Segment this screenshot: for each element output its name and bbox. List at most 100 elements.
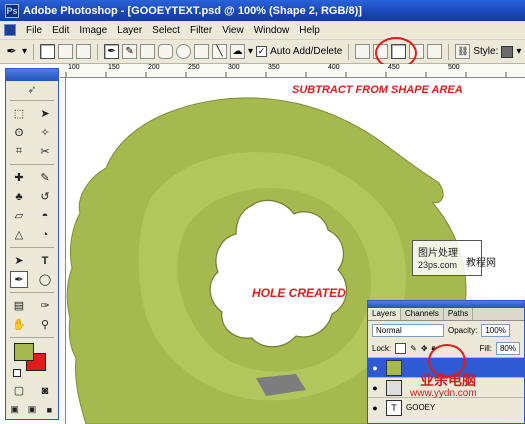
- visibility-eye-icon[interactable]: ●: [368, 363, 382, 373]
- ellipse-tool-icon[interactable]: ◯: [36, 271, 54, 288]
- link-layer-button[interactable]: ⛓: [455, 44, 471, 59]
- tab-channels[interactable]: Channels: [401, 308, 444, 320]
- custom-shape-button[interactable]: ☁: [230, 44, 246, 59]
- watermark-site: www.yydn.com: [410, 388, 477, 399]
- divider: [10, 247, 54, 248]
- ellipse-shape-button[interactable]: [176, 44, 192, 59]
- hand-tool-icon[interactable]: ✋: [10, 316, 28, 333]
- toolbox-panel: ➶ ⬚ ➤ ʘ ✧ ⌗ ✂ ✚ ✎ ♣ ↺ ▱ ◓ △ ◔ ➤ T ✒ ◯ ▤ …: [5, 68, 59, 424]
- lock-brush-icon[interactable]: ✎: [410, 344, 417, 353]
- divider: [10, 292, 54, 293]
- menu-select[interactable]: Select: [147, 25, 185, 36]
- preset-dropdown-arrow-icon[interactable]: ▾: [22, 46, 27, 57]
- lock-transparency-checkbox[interactable]: [395, 342, 407, 354]
- ruler-tick-label: 150: [108, 64, 120, 71]
- menu-file[interactable]: File: [21, 25, 47, 36]
- screen-mode-standard-icon[interactable]: ▣: [6, 401, 23, 418]
- tool-row: ✋ ⚲: [6, 315, 58, 334]
- document-icon[interactable]: [4, 24, 16, 36]
- ruler-tick-label: 300: [228, 64, 240, 71]
- shape-layers-button[interactable]: [40, 44, 56, 59]
- opacity-field[interactable]: 100%: [481, 323, 510, 337]
- auto-add-delete-checkbox[interactable]: ✓: [256, 46, 268, 57]
- blend-mode-select[interactable]: Normal: [372, 323, 444, 337]
- clone-stamp-tool-icon[interactable]: ♣: [10, 188, 28, 205]
- menu-help[interactable]: Help: [294, 25, 325, 36]
- divider: [10, 164, 54, 165]
- create-new-shape-layer-button[interactable]: [355, 44, 371, 59]
- layer-name: GOOEY: [406, 403, 436, 412]
- tool-row: ▱ ◓: [6, 206, 58, 225]
- ruler-tick-label: 450: [388, 64, 400, 71]
- freeform-pen-button[interactable]: ✎: [122, 44, 138, 59]
- dodge-tool-icon[interactable]: ◔: [36, 226, 54, 243]
- paths-button[interactable]: [58, 44, 74, 59]
- menu-window[interactable]: Window: [249, 25, 295, 36]
- tab-paths[interactable]: Paths: [444, 308, 474, 320]
- eraser-tool-icon[interactable]: ▱: [10, 207, 28, 224]
- jump-to-imageready-icon[interactable]: ⇆: [12, 420, 52, 424]
- zoom-tool-icon[interactable]: ⚲: [36, 316, 54, 333]
- title-bar: Ps Adobe Photoshop - [GOOEYTEXT.psd @ 10…: [0, 0, 525, 21]
- divider: [10, 100, 54, 101]
- layers-tabs: Layers Channels Paths: [368, 308, 524, 321]
- lock-label: Lock:: [372, 343, 392, 353]
- rounded-rectangle-shape-button[interactable]: [158, 44, 174, 59]
- blur-tool-icon[interactable]: △: [10, 226, 28, 243]
- default-colors-icon[interactable]: [13, 369, 21, 377]
- line-shape-button[interactable]: ╲: [212, 44, 228, 59]
- screen-mode-full-icon[interactable]: ▣: [23, 401, 40, 418]
- menu-edit[interactable]: Edit: [47, 25, 74, 36]
- polygon-shape-button[interactable]: [194, 44, 210, 59]
- screen-mode-full-black-icon[interactable]: ■: [41, 401, 58, 418]
- visibility-eye-icon[interactable]: ●: [368, 383, 382, 393]
- pen-tool-icon[interactable]: ✒: [10, 271, 28, 288]
- notes-tool-icon[interactable]: ▤: [10, 297, 28, 314]
- lock-move-icon[interactable]: ✥: [421, 344, 428, 353]
- path-selection-tool-icon[interactable]: ➤: [10, 252, 28, 269]
- tool-row: ♣ ↺: [6, 187, 58, 206]
- marquee-tool-icon[interactable]: ⬚: [10, 105, 28, 122]
- lasso-tool-icon[interactable]: ʘ: [10, 124, 28, 141]
- pen-tool-button[interactable]: ✒: [104, 44, 120, 59]
- foreground-color-swatch[interactable]: [14, 343, 34, 361]
- layer-thumbnail: [386, 379, 402, 396]
- watermark-line3: 教程网: [466, 258, 496, 269]
- standard-mode-icon[interactable]: ▢: [10, 382, 28, 399]
- fill-field[interactable]: 80%: [495, 341, 520, 355]
- type-tool-icon[interactable]: T: [36, 252, 54, 269]
- ruler-tick-label: 200: [148, 64, 160, 71]
- history-brush-tool-icon[interactable]: ↺: [36, 188, 54, 205]
- brush-tool-icon[interactable]: ✎: [36, 169, 54, 186]
- slice-tool-icon[interactable]: ✂: [36, 143, 54, 160]
- tool-row: ⇆: [6, 419, 58, 424]
- magic-wand-tool-icon[interactable]: ✧: [36, 124, 54, 141]
- layer-thumbnail: [386, 359, 402, 376]
- menu-image[interactable]: Image: [74, 25, 112, 36]
- feather-logo-icon[interactable]: ➶: [12, 81, 52, 98]
- move-tool-icon[interactable]: ➤: [36, 105, 54, 122]
- eyedropper-tool-icon[interactable]: ✑: [36, 297, 54, 314]
- menu-view[interactable]: View: [217, 25, 249, 36]
- menu-filter[interactable]: Filter: [185, 25, 217, 36]
- rectangle-shape-button[interactable]: [140, 44, 156, 59]
- tool-row: ▤ ✑: [6, 296, 58, 315]
- shape-dropdown-arrow-icon[interactable]: ▾: [248, 46, 253, 57]
- hole-annotation: HOLE CREATED: [252, 286, 346, 300]
- exclude-overlapping-shape-areas-button[interactable]: [427, 44, 443, 59]
- pen-tool-preset-icon[interactable]: ✒: [4, 44, 19, 59]
- style-swatch[interactable]: [501, 45, 514, 58]
- paint-bucket-tool-icon[interactable]: ◓: [36, 207, 54, 224]
- toolbox-grip[interactable]: [6, 69, 58, 81]
- layer-row-gooey[interactable]: ● T GOOEY: [368, 397, 524, 417]
- visibility-eye-icon[interactable]: ●: [368, 403, 382, 413]
- crop-tool-icon[interactable]: ⌗: [10, 143, 28, 160]
- quick-mask-mode-icon[interactable]: ◙: [36, 382, 54, 399]
- watermark-brand: 业余电脑: [420, 372, 476, 388]
- layers-panel-grip[interactable]: [368, 301, 524, 308]
- fill-pixels-button[interactable]: [76, 44, 92, 59]
- menu-layer[interactable]: Layer: [112, 25, 147, 36]
- healing-brush-tool-icon[interactable]: ✚: [10, 169, 28, 186]
- tab-layers[interactable]: Layers: [368, 308, 402, 320]
- style-dropdown-arrow-icon[interactable]: ▾: [516, 46, 521, 57]
